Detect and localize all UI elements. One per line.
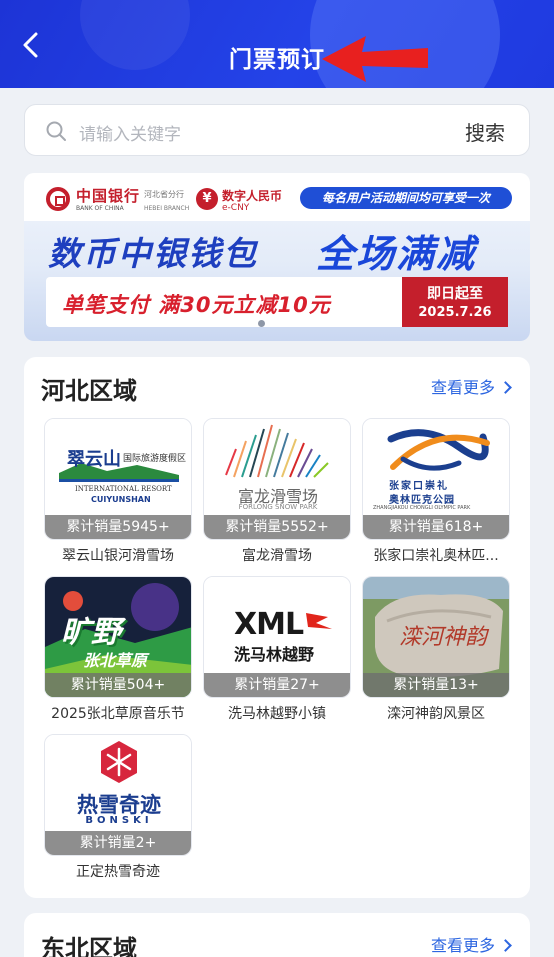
section-title: 东北区域 — [41, 935, 137, 957]
logo-en: ZHANGJIAKOU CHONGLI OLYMPIC PARK — [373, 505, 471, 511]
app-header: 门票预订 — [0, 0, 554, 88]
venue-card[interactable]: 热雪奇迹 BONSKI 累计销量2+ — [44, 734, 192, 856]
venue-name[interactable]: 翠云山银河滑雪场 — [38, 545, 198, 565]
bank-of-china-logo-icon — [46, 187, 70, 211]
page-title: 门票预订 — [229, 47, 325, 73]
logo-text-line2: 奥林匹克公园 — [389, 495, 455, 506]
logo-text: 翠云山 — [67, 449, 121, 470]
venue-card[interactable]: 富龙滑雪场 FORLONG SNOW PARK 累计销量5552+ — [203, 418, 351, 540]
banner-headline-left: 数币中银钱包 — [48, 234, 258, 273]
logo-en-line1: INTERNATIONAL RESORT — [75, 485, 172, 493]
bank-branch: 河北省分行 — [144, 190, 184, 199]
venue-card[interactable]: 旷野 张北草原 累计销量504+ — [44, 576, 192, 698]
logo-text: 洗马林越野 — [234, 645, 315, 664]
bank-branch-en: HEBEI BRANCH — [144, 205, 190, 212]
search-button[interactable]: 搜索 — [465, 117, 505, 146]
venue-name[interactable]: 张家口崇礼奥林匹... — [356, 545, 516, 565]
view-more-label: 查看更多 — [430, 378, 495, 397]
section-title: 河北区域 — [41, 377, 137, 405]
venue-card[interactable]: 滦河神韵 累计销量13+ — [362, 576, 510, 698]
bank-name-en: BANK OF CHINA — [76, 205, 124, 212]
search-bar: 请输入关键字 搜索 — [24, 104, 530, 156]
carousel-indicator[interactable] — [258, 320, 265, 327]
venue-name[interactable]: 富龙滑雪场 — [197, 545, 357, 565]
venue-name[interactable]: 正定热雪奇迹 — [38, 861, 198, 881]
banner-headline-right: 全场满减 — [316, 232, 477, 276]
logo-en: FORLONG SNOW PARK — [238, 503, 318, 511]
date-box: 即日起至 2025.7.26 — [402, 277, 508, 327]
stone-inscription: 滦河神韵 — [399, 625, 488, 650]
venue-name[interactable]: 洗马林越野小镇 — [197, 703, 357, 723]
red-arrow-icon — [322, 36, 428, 82]
sales-badge: 累计销量618+ — [363, 515, 509, 539]
promo-tag: 每名用户活动期间均可享受一次 — [300, 187, 512, 209]
chevron-right-icon — [499, 381, 512, 394]
view-more-link[interactable]: 查看更多 — [430, 932, 512, 956]
venue-card[interactable]: 翠云山 国际旅游度假区 INTERNATIONAL RESORT CUIYUNS… — [44, 418, 192, 540]
ecny-name-en: e-CNY — [222, 203, 250, 213]
chevron-right-icon — [499, 939, 512, 952]
logo-subtext: 国际旅游度假区 — [123, 454, 187, 464]
view-more-link[interactable]: 查看更多 — [430, 374, 512, 398]
poster-subtitle: 张北草原 — [83, 651, 148, 670]
section-dongbei: 东北区域 查看更多 — [24, 913, 530, 957]
logo-mark: XML — [234, 607, 304, 642]
sales-badge: 累计销量5552+ — [204, 515, 350, 539]
sales-badge: 累计销量5945+ — [45, 515, 191, 539]
logo-en-line2: CUIYUNSHAN — [91, 495, 151, 504]
offer-bar: 单笔支付 满30元立减10元 即日起至 2025.7.26 — [46, 277, 508, 327]
date-value: 2025.7.26 — [418, 305, 492, 320]
venue-card[interactable]: XML 洗马林越野 累计销量27+ — [203, 576, 351, 698]
sales-badge: 累计销量27+ — [204, 673, 350, 697]
logo-text-line1: 张家口崇礼 — [389, 481, 449, 492]
date-label: 即日起至 — [427, 286, 483, 302]
venue-name[interactable]: 滦河神韵风景区 — [356, 703, 516, 723]
venue-card[interactable]: 张家口崇礼 奥林匹克公园 ZHANGJIAKOU CHONGLI OLYMPIC… — [362, 418, 510, 540]
view-more-label: 查看更多 — [430, 936, 495, 955]
sales-badge: 累计销量2+ — [45, 831, 191, 855]
poster-title: 旷野 — [61, 615, 121, 650]
venue-name[interactable]: 2025张北草原音乐节 — [38, 703, 198, 723]
logo-en: BONSKI — [85, 815, 153, 826]
section-hebei: 河北区域 查看更多 翠云山 国际旅游度假区 INTERNATIONAL RESO… — [24, 357, 530, 898]
ecny-logo-icon: ¥ — [196, 188, 218, 210]
search-icon — [46, 121, 66, 141]
sales-badge: 累计销量13+ — [363, 673, 509, 697]
search-input[interactable]: 请输入关键字 — [79, 120, 181, 145]
offer-text: 单笔支付 满30元立减10元 — [62, 293, 331, 317]
sales-badge: 累计销量504+ — [45, 673, 191, 697]
ecny-name: 数字人民币 — [222, 189, 283, 203]
bank-name: 中国银行 — [76, 187, 141, 205]
promo-banner[interactable]: 中国银行 BANK OF CHINA 河北省分行 HEBEI BRANCH ¥ … — [24, 173, 530, 341]
